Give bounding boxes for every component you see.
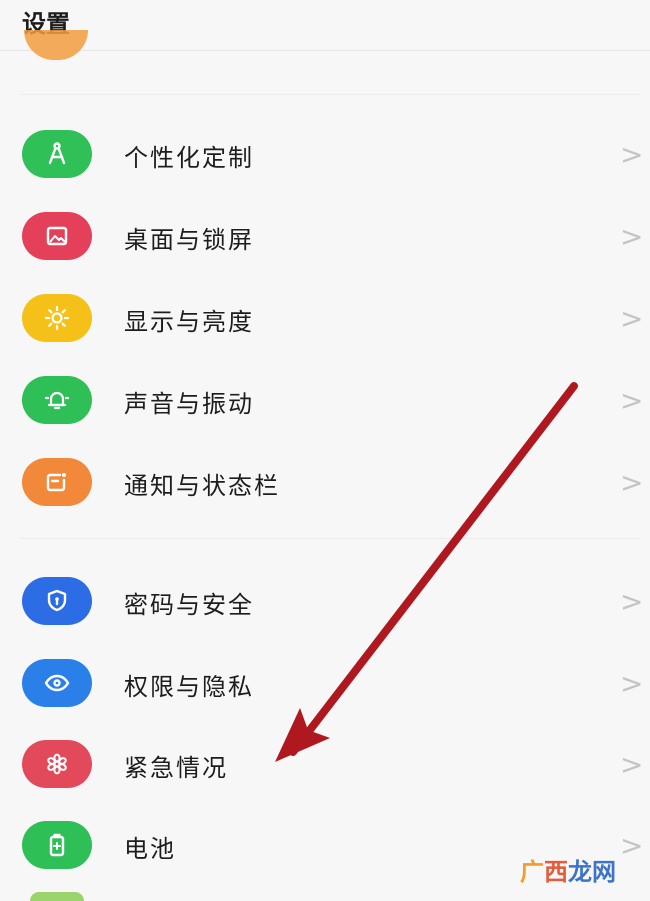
settings-item-personalize[interactable]: 个性化定制 > xyxy=(0,122,650,202)
chevron-right-icon: > xyxy=(620,667,644,700)
settings-item-label: 权限与隐私 xyxy=(124,673,254,701)
shield-icon xyxy=(22,577,92,625)
settings-item-display[interactable]: 显示与亮度 > xyxy=(0,286,650,366)
chevron-right-icon: > xyxy=(620,585,644,618)
settings-item-label: 桌面与锁屏 xyxy=(124,226,254,254)
chevron-right-icon: > xyxy=(620,302,644,335)
chevron-right-icon: > xyxy=(620,748,644,781)
eye-icon xyxy=(22,659,92,707)
settings-item-privacy[interactable]: 权限与隐私 > xyxy=(0,651,650,731)
sun-icon xyxy=(22,294,92,342)
settings-item-label: 电池 xyxy=(124,835,176,863)
bell-icon xyxy=(22,376,92,424)
settings-item-sound[interactable]: 声音与振动 > xyxy=(0,368,650,448)
divider xyxy=(20,94,640,95)
chevron-right-icon: > xyxy=(620,466,644,499)
settings-item-desktop[interactable]: 桌面与锁屏 > xyxy=(0,204,650,284)
divider xyxy=(20,538,640,539)
chevron-right-icon: > xyxy=(620,384,644,417)
settings-item-label: 密码与安全 xyxy=(124,591,254,619)
flower-icon xyxy=(22,740,92,788)
settings-item-password[interactable]: 密码与安全 > xyxy=(0,569,650,649)
settings-item-label: 声音与振动 xyxy=(124,390,254,418)
settings-item-label: 个性化定制 xyxy=(124,144,254,172)
chevron-right-icon: > xyxy=(620,138,644,171)
watermark: 广西龙网 xyxy=(520,858,616,886)
partial-settings-icon xyxy=(30,892,84,901)
settings-item-label: 通知与状态栏 xyxy=(124,472,280,500)
settings-item-emergency[interactable]: 紧急情况 > xyxy=(0,732,650,812)
settings-item-label: 紧急情况 xyxy=(124,754,228,782)
compass-icon xyxy=(22,130,92,178)
settings-item-notify[interactable]: 通知与状态栏 > xyxy=(0,450,650,530)
app-header: 设置 xyxy=(0,0,650,51)
chevron-right-icon: > xyxy=(620,220,644,253)
partial-settings-icon xyxy=(24,30,88,60)
image-icon xyxy=(22,212,92,260)
battery-icon xyxy=(22,821,92,869)
notification-icon xyxy=(22,458,92,506)
settings-item-label: 显示与亮度 xyxy=(124,308,254,336)
chevron-right-icon: > xyxy=(620,829,644,862)
